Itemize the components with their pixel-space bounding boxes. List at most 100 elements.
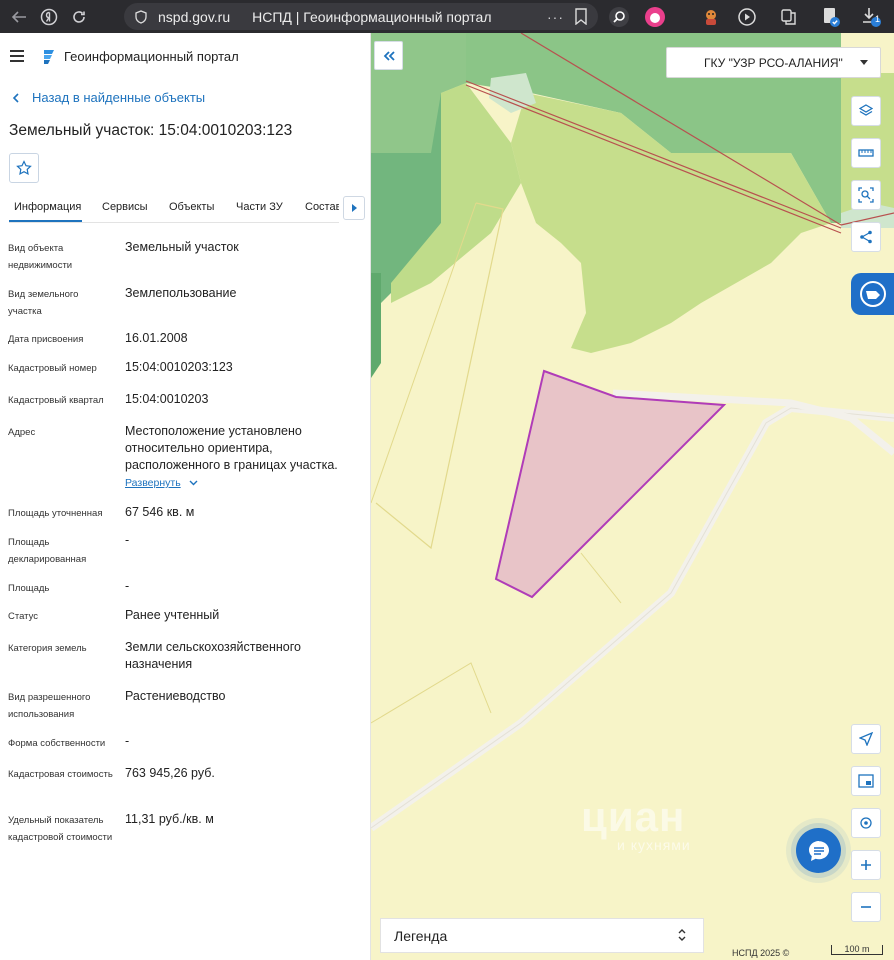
attr-label: Кадастровый квартал (8, 395, 104, 406)
double-chevron-left-icon (383, 50, 395, 61)
tabs-scroll-right-button[interactable] (343, 196, 365, 220)
active-tab-indicator (9, 220, 82, 222)
chat-button[interactable] (796, 828, 841, 873)
attr-value: - (125, 579, 130, 593)
attr-value: 15:04:0010203 (125, 392, 209, 406)
zoom-out-button[interactable] (851, 892, 881, 922)
minimap-button[interactable] (851, 766, 881, 796)
page-title: Земельный участок: 15:04:0010203:123 (9, 122, 293, 139)
watermark: циан и кухнями (581, 793, 691, 853)
field-outline (580, 552, 622, 604)
chevron-left-icon (12, 92, 19, 103)
chat-bubble-icon (808, 840, 829, 861)
collapse-panel-button[interactable] (374, 41, 403, 70)
portal-title: Геоинформационный портал (64, 49, 239, 64)
share-icon (860, 230, 872, 244)
back-arrow-icon[interactable] (4, 0, 34, 33)
legend-label: Легенда (394, 927, 448, 944)
attr-label: Вид объекта недвижимости (8, 243, 73, 271)
share-button[interactable] (851, 222, 881, 252)
reload-icon[interactable] (64, 0, 94, 33)
document-check-icon[interactable] (818, 4, 844, 30)
attr-label: Площадь уточненная (8, 508, 103, 519)
tab-composition[interactable]: Состав (305, 201, 339, 213)
shield-icon (135, 9, 147, 24)
measure-button[interactable] (851, 138, 881, 168)
tab-objects[interactable]: Объекты (169, 201, 214, 213)
address-bar[interactable]: nspd.gov.ru НСПД | Геоинформационный пор… (124, 3, 598, 30)
menu-icon[interactable] (10, 50, 24, 62)
zoom-in-button[interactable] (851, 850, 881, 880)
more-dots-icon[interactable]: ··· (547, 9, 564, 25)
attr-label: Статус (8, 611, 39, 622)
attr-label: Кадастровая стоимость (8, 769, 113, 780)
back-to-results-link[interactable]: Назад в найденные объекты (12, 90, 205, 105)
minus-icon (861, 906, 871, 908)
attr-value: Ранее учтенный (125, 608, 220, 622)
attr-value: 15:04:0010203:123 (125, 360, 233, 374)
attr-label: Вид земельного участка (8, 289, 79, 317)
navigation-arrow-icon (859, 732, 873, 746)
attr-label: Категория земель (8, 643, 87, 654)
attr-label: Удельный показатель кадастровой стоимост… (8, 815, 113, 843)
layers-button[interactable] (851, 96, 881, 126)
map-attribution: НСПД 2025 © (732, 948, 790, 958)
info-panel: Геоинформационный портал Назад в найденн… (0, 33, 371, 960)
portal-logo-icon (44, 50, 54, 64)
attr-value: 763 945,26 руб. (125, 766, 215, 780)
attr-label: Адрес (8, 427, 36, 438)
target-search-icon (860, 817, 872, 829)
scale-bar: 100 m (831, 945, 883, 955)
area-select-button[interactable] (851, 180, 881, 210)
attr-value: - (125, 533, 130, 547)
download-icon[interactable]: 1 (858, 4, 884, 30)
forest-area (371, 273, 381, 378)
caret-right-icon (352, 204, 357, 212)
minimap-icon (858, 774, 874, 788)
locate-button[interactable] (851, 724, 881, 754)
attr-value: Землепользование (125, 286, 237, 300)
attr-value: 16.01.2008 (125, 331, 188, 345)
attr-label: Форма собственности (8, 738, 106, 749)
back-link-label: Назад в найденные объекты (32, 90, 206, 105)
chevron-down-icon (189, 480, 198, 486)
expand-collapse-icon (678, 929, 686, 941)
geo-search-button[interactable] (851, 808, 881, 838)
assistant-badge-button[interactable] (851, 273, 894, 315)
attr-value: Местоположение установлено относительно … (125, 424, 338, 472)
ruler-icon (858, 149, 874, 157)
layers-icon (859, 104, 873, 116)
browser-toolbar: nspd.gov.ru НСПД | Геоинформационный пор… (0, 0, 894, 33)
legend-panel[interactable]: Легенда (380, 918, 704, 953)
tab-services[interactable]: Сервисы (102, 201, 148, 213)
extension-character-icon[interactable] (698, 4, 724, 30)
favorite-button[interactable] (9, 153, 39, 183)
attr-label: Дата присвоения (8, 334, 84, 345)
attr-value: - (125, 734, 130, 748)
attr-label: Площадь (8, 583, 50, 594)
yandex-logo-icon[interactable] (34, 0, 64, 33)
bookmark-icon[interactable] (574, 8, 588, 25)
star-icon (16, 160, 32, 176)
attr-label: Кадастровый номер (8, 363, 97, 374)
attr-value: Земельный участок (125, 240, 239, 254)
expand-address-link[interactable]: Развернуть (125, 477, 198, 489)
attr-value: Земли сельскохозяйственного назначения (125, 640, 301, 671)
tab-parcel-parts[interactable]: Части ЗУ (236, 201, 283, 213)
assistant-icon (859, 281, 886, 307)
page-tab-title: НСПД | Геоинформационный портал (252, 8, 492, 25)
collections-icon[interactable] (776, 4, 802, 30)
alice-assistant-icon[interactable] (642, 4, 668, 30)
address-domain: nspd.gov.ru (158, 8, 231, 25)
attr-label: Вид разрешенного использования (8, 692, 91, 720)
plus-icon (861, 860, 871, 870)
video-play-icon[interactable] (734, 4, 760, 30)
tab-information[interactable]: Информация (14, 201, 81, 213)
map-view[interactable]: циан и кухнями ГКУ "УЗР РСО-АЛАНИЯ" Леген (371, 33, 894, 960)
download-badge: 1 (875, 14, 881, 24)
organization-select[interactable]: ГКУ "УЗР РСО-АЛАНИЯ" (666, 47, 881, 78)
scale-label: 100 m (844, 944, 870, 954)
attr-value: Растениеводство (125, 689, 226, 703)
area-search-icon (858, 187, 874, 203)
search-lens-icon[interactable] (606, 4, 632, 30)
